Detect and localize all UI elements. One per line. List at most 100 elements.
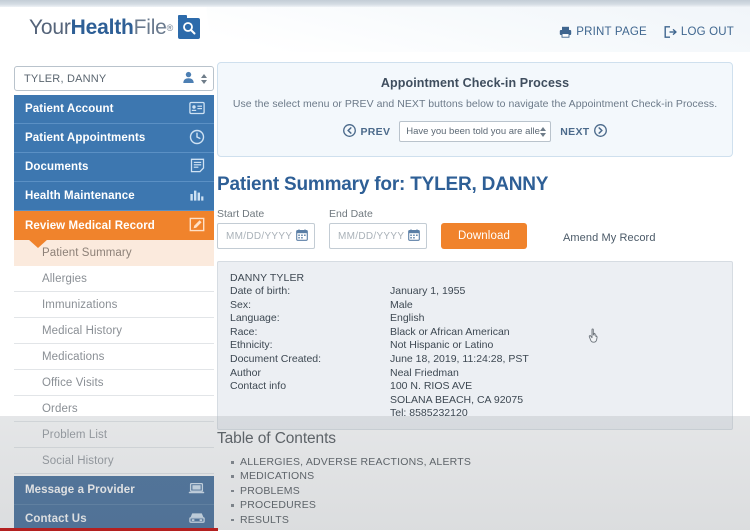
start-date-label: Start Date [217,208,315,220]
sidebar-item-patient-account[interactable]: Patient Account [14,95,214,124]
toc-item[interactable]: RESULTS [240,513,647,527]
demographic-key: Ethnicity: [230,339,390,353]
sidebar-item-patient-appointments[interactable]: Patient Appointments [14,124,214,153]
demographic-row: Date of birth: January 1, 1955 [230,285,732,299]
log-out-button[interactable]: LOG OUT [664,26,734,38]
toc-item[interactable]: PROCEDURES [240,498,647,512]
sidebar-item-review-medical-record[interactable]: Review Medical Record [14,211,214,240]
start-date-input[interactable]: MM/DD/YYYY [217,223,315,249]
sidebar-item-documents[interactable]: Documents [14,153,214,182]
demographic-row: Sex: Male [230,299,732,313]
sidebar-subitem-label: Allergies [42,273,87,285]
calendar-icon[interactable] [296,229,308,244]
prev-label: PREV [360,126,390,138]
checkin-select-value: Have you been told you are allergic [406,126,540,137]
sidebar-item-label: Review Medical Record [25,220,189,232]
demographic-row: Document Created: June 18, 2019, 11:24:2… [230,353,732,367]
telephone-row: Tel: 8585232120 [230,407,732,421]
patient-name: DANNY TYLER [230,272,732,284]
sidebar-subitem-label: Patient Summary [42,247,132,259]
logo-registered-mark: ® [167,23,173,33]
sidebar-subitem-label: Immunizations [42,299,117,311]
print-page-button[interactable]: PRINT PAGE [559,26,647,38]
sidebar-item-label: Message a Provider [25,484,188,496]
table-of-contents: Table of Contents ALLERGIES, ADVERSE REA… [217,430,647,527]
table-of-contents-list: ALLERGIES, ADVERSE REACTIONS, ALERTS MED… [217,455,647,527]
toc-item[interactable]: ALLERGIES, ADVERSE REACTIONS, ALERTS [240,455,647,469]
amend-my-record-link[interactable]: Amend My Record [563,232,656,244]
demographic-value: Neal Friedman [390,367,732,381]
demographic-row: Author Neal Friedman [230,367,732,381]
sidebar-main-nav: Patient Account Patient Appointments [14,95,214,240]
end-date-input[interactable]: MM/DD/YYYY [329,223,427,249]
document-icon [190,158,205,176]
next-button[interactable]: NEXT [560,124,606,140]
toc-item[interactable]: PROBLEMS [240,484,647,498]
main-content: Appointment Check-in Process Use the sel… [217,62,750,430]
sidebar-bottom-nav: Message a Provider Contact Us [14,476,214,531]
sidebar-item-label: Patient Appointments [25,132,189,144]
demographic-value: SOLANA BEACH, CA 92075 [390,394,732,408]
sidebar-subitem-label: Problem List [42,429,107,441]
demographic-key: Date of birth: [230,285,390,299]
logo-text-health: Health [71,16,134,40]
telephone-value: Tel: 8585232120 [390,407,468,421]
demographic-value: Male [390,299,732,313]
sidebar-subitem-medications[interactable]: Medications [14,344,214,370]
sidebar-item-label: Patient Account [25,103,189,115]
patient-demographics-panel: DANNY TYLER Date of birth: January 1, 19… [217,261,733,430]
sidebar-subitem-label: Social History [42,455,114,467]
sidebar-item-health-maintenance[interactable]: Health Maintenance [14,182,214,211]
printer-icon [559,26,572,38]
folder-search-icon [178,18,200,39]
sidebar-subitem-immunizations[interactable]: Immunizations [14,292,214,318]
sidebar-subitem-label: Orders [42,403,78,415]
log-out-label: LOG OUT [681,26,734,38]
demographic-row: Ethnicity: Not Hispanic or Latino [230,339,732,353]
calendar-icon[interactable] [408,229,420,244]
demographic-value: June 18, 2019, 11:24:28, PST [390,353,732,367]
download-button[interactable]: Download [441,223,527,249]
person-icon [182,71,195,87]
sidebar-subitem-problem-list[interactable]: Problem List [14,422,214,448]
checkin-title: Appointment Check-in Process [228,76,722,90]
start-date-group: Start Date MM/DD/YYYY [217,208,315,249]
page-title: Patient Summary for: TYLER, DANNY [217,174,750,196]
sidebar-subitem-label: Office Visits [42,377,104,389]
hand-pointer-cursor-icon [588,328,601,348]
sidebar-subitem-medical-history[interactable]: Medical History [14,318,214,344]
prev-button[interactable]: PREV [343,124,390,140]
sidebar-subitem-social-history[interactable]: Social History [14,448,214,474]
end-date-placeholder: MM/DD/YYYY [338,231,408,242]
demographic-key: Author [230,367,390,381]
demographic-key: Document Created: [230,353,390,367]
sidebar-subitem-orders[interactable]: Orders [14,396,214,422]
sidebar-subitem-office-visits[interactable]: Office Visits [14,370,214,396]
demographic-key: Contact info [230,380,390,394]
chevron-left-circle-icon [343,124,356,140]
updown-stepper-icon[interactable] [201,74,207,84]
site-logo[interactable]: YourHealthFile® [29,16,200,40]
checkin-question-select[interactable]: Have you been told you are allergic [399,121,551,142]
sidebar: TYLER, DANNY Patient Account [14,66,214,531]
demographic-key: Race: [230,326,390,340]
toc-item[interactable]: MEDICATIONS [240,469,647,483]
sidebar-item-label: Contact Us [25,513,189,525]
patient-selector[interactable]: TYLER, DANNY [14,66,214,91]
page-root: YourHealthFile® PRINT PAGE [0,0,750,531]
bar-chart-icon [189,188,205,205]
active-item-notch [28,239,48,248]
edit-square-icon [189,217,205,235]
laptop-icon [188,482,205,498]
demographic-row: SOLANA BEACH, CA 92075 [230,394,732,408]
patient-selector-value: TYLER, DANNY [24,73,182,85]
checkin-controls: PREV Have you been told you are allergic… [228,121,722,142]
start-date-placeholder: MM/DD/YYYY [226,231,296,242]
sidebar-item-message-a-provider[interactable]: Message a Provider [14,476,214,505]
checkin-description: Use the select menu or PREV and NEXT but… [228,98,722,110]
site-header: YourHealthFile® PRINT PAGE [0,7,750,52]
sidebar-item-label: Health Maintenance [25,190,189,202]
demographic-value: January 1, 1955 [390,285,732,299]
sidebar-subitem-allergies[interactable]: Allergies [14,266,214,292]
updown-stepper-icon[interactable] [540,127,546,137]
